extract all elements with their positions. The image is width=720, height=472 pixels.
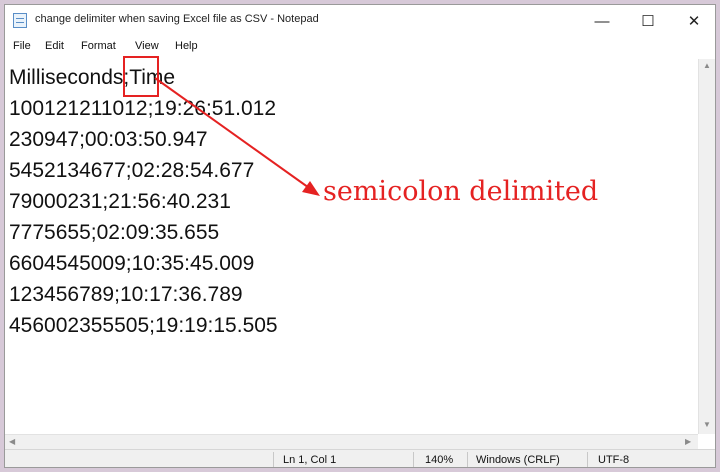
scroll-up-icon[interactable]: ▲ <box>703 61 711 70</box>
editor-line: 79000231;21:56:40.231 <box>9 190 231 213</box>
title-bar[interactable]: change delimiter when saving Excel file … <box>5 5 715 37</box>
editor-line: 5452134677;02:28:54.677 <box>9 159 255 182</box>
text-editor[interactable]: Milliseconds;Time 100121211012;19:26:51.… <box>5 59 695 434</box>
editor-line: 6604545009;10:35:45.009 <box>9 252 255 275</box>
status-divider <box>467 452 468 467</box>
menu-format[interactable]: Format <box>81 40 116 52</box>
editor-line: 456002355505;19:19:15.505 <box>9 314 278 337</box>
scroll-left-icon[interactable]: ◀ <box>9 437 15 446</box>
editor-line: Milliseconds;Time <box>9 66 176 89</box>
status-bar: Ln 1, Col 1 140% Windows (CRLF) UTF-8 <box>5 449 715 467</box>
notepad-window: change delimiter when saving Excel file … <box>4 4 716 468</box>
scroll-right-icon[interactable]: ▶ <box>685 437 691 446</box>
menu-edit[interactable]: Edit <box>45 40 64 52</box>
menu-help[interactable]: Help <box>175 40 198 52</box>
minimize-button[interactable]: — <box>579 5 625 37</box>
zoom-level: 140% <box>425 454 454 466</box>
window-title: change delimiter when saving Excel file … <box>35 13 319 25</box>
status-divider <box>273 452 274 467</box>
notepad-icon <box>13 13 27 28</box>
editor-line: 100121211012;19:26:51.012 <box>9 97 277 120</box>
close-button[interactable]: ✕ <box>671 5 715 37</box>
cursor-position: Ln 1, Col 1 <box>283 454 337 466</box>
status-divider <box>413 452 414 467</box>
scroll-down-icon[interactable]: ▼ <box>703 420 711 429</box>
menu-file[interactable]: File <box>13 40 31 52</box>
menu-bar: File Edit Format View Help <box>5 38 715 58</box>
editor-line: 123456789;10:17:36.789 <box>9 283 243 306</box>
encoding: UTF-8 <box>598 454 630 466</box>
menu-view[interactable]: View <box>135 40 159 52</box>
editor-line: 7775655;02:09:35.655 <box>9 221 220 244</box>
line-ending: Windows (CRLF) <box>476 454 560 466</box>
editor-line: 230947;00:03:50.947 <box>9 128 208 151</box>
vertical-scrollbar[interactable]: ▲ ▼ <box>698 59 715 434</box>
horizontal-scrollbar[interactable]: ◀ ▶ <box>5 434 698 449</box>
status-divider <box>587 452 588 467</box>
maximize-button[interactable]: ☐ <box>625 5 671 37</box>
